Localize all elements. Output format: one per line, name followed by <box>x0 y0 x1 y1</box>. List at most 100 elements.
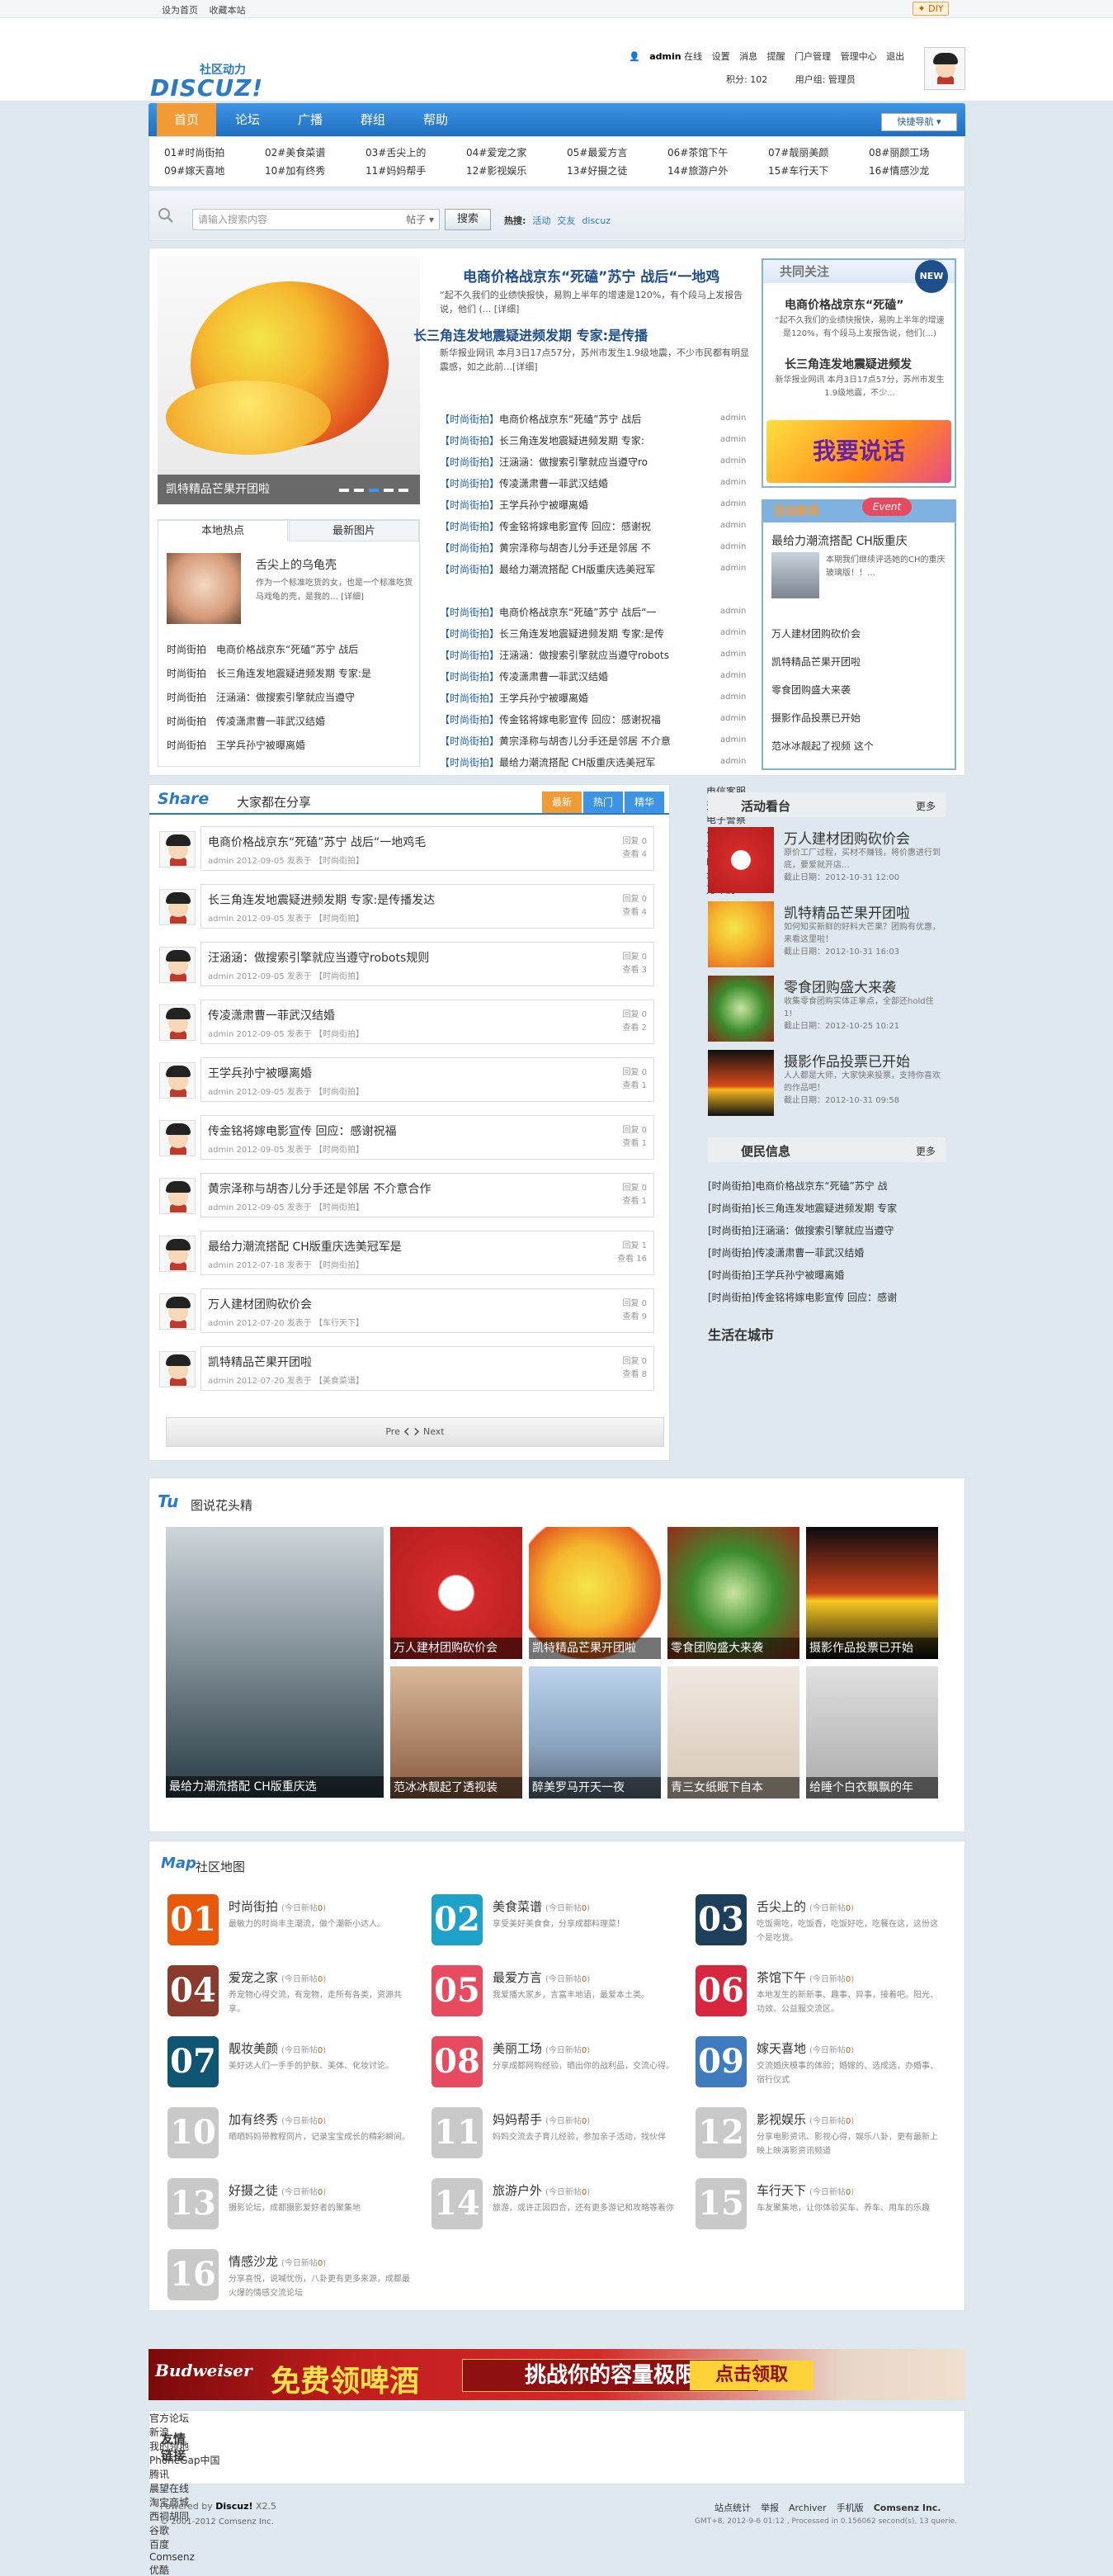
news-author[interactable]: admin <box>720 628 746 637</box>
forum-number-badge[interactable]: 11 <box>432 2107 483 2158</box>
news-tag[interactable]: 【时尚街拍】 <box>440 435 499 447</box>
info-item[interactable]: [时尚街拍]汪涵涵：做搜索引擎就应当遵守 <box>708 1223 942 1237</box>
event-item[interactable]: 凯特精品芒果开团啦 如何知买新鲜的好料大芒果？团购有优惠，来看这里啦！ 截止日期：2… <box>708 901 946 971</box>
tab-local-hot[interactable]: 本地热点 <box>158 520 288 541</box>
list-tag[interactable]: 时尚街拍 <box>167 740 206 751</box>
map-forum-item[interactable]: 04 爱宠之家 (今日新帖0) 养宠物心得交流，有宠物，走所有各类，资源共享。 <box>163 1960 418 2030</box>
forum-name[interactable]: 美食菜谱 (今日新帖0) <box>493 1898 590 1915</box>
tu-image[interactable]: 凯特精品芒果开团啦 <box>529 1527 661 1659</box>
ad-banner[interactable]: Budweiser 免费领啤酒 挑战你的容量极限 点击领取 <box>149 2349 965 2400</box>
news-author[interactable]: admin <box>720 456 746 466</box>
event-feature-image[interactable] <box>771 552 819 598</box>
forum-name[interactable]: 美丽工场 (今日新帖0) <box>493 2040 590 2057</box>
logo[interactable]: 社区动力 DISCUZ! <box>150 43 262 102</box>
forum-name-text[interactable]: 舌尖上的 <box>757 1899 806 1914</box>
tu-image[interactable]: 最给力潮流搭配 CH版重庆选 <box>166 1527 384 1798</box>
news-tag[interactable]: 【时尚街拍】 <box>440 650 499 661</box>
share-item[interactable]: 王学兵孙宁被曝离婚 admin 2012-09-05 发表于 【时尚街拍】 回复 0… <box>154 1056 654 1105</box>
forum-name[interactable]: 好摄之徒 (今日新帖0) <box>229 2181 326 2199</box>
friend-link[interactable]: 腾讯 <box>149 2467 964 2481</box>
news-author[interactable]: admin <box>720 435 746 444</box>
forum-link[interactable]: 16#情感沙龙 <box>869 163 929 177</box>
forum-name[interactable]: 车行天下 (今日新帖0) <box>757 2181 854 2199</box>
event-news-item[interactable]: 凯特精品芒果开团啦 <box>771 655 948 669</box>
news-item[interactable]: 【时尚街拍】长三角连发地震疑进频发期 专家:是传 <box>440 626 687 640</box>
share-item-title[interactable]: 电商价格战京东“死磕”苏宁 战后“一地鸡毛 <box>208 834 426 850</box>
share-item[interactable]: 万人建材团购砍价会 admin 2012-07-20 发表于 【车行天下】 回复 0… <box>154 1287 654 1336</box>
forum-name-text[interactable]: 车行天下 <box>757 2183 806 2198</box>
diy-button[interactable]: ✦ DIY <box>913 2 949 16</box>
forum-link[interactable]: 03#舌尖上的 <box>365 145 426 159</box>
event-item[interactable]: 万人建材团购砍价会 原价工厂过程，买材不赚钱，将价惠进行到底，要爱就开店... 截止… <box>708 827 946 896</box>
forum-name[interactable]: 靓妆美颜 (今日新帖0) <box>229 2040 326 2057</box>
quick-nav-button[interactable]: 快捷导航 ▾ <box>881 113 957 131</box>
hot-link[interactable]: 交友 <box>557 215 575 226</box>
forum-name-text[interactable]: 好摄之徒 <box>229 2183 278 2198</box>
avatar[interactable] <box>159 1293 196 1330</box>
event-feature-title[interactable]: 最给力潮流搭配 CH版重庆 <box>771 532 908 549</box>
event-title[interactable]: 摄影作品投票已开始 <box>784 1050 910 1071</box>
next-button[interactable]: › Next <box>413 1421 445 1442</box>
forum-name[interactable]: 影视娱乐 (今日新帖0) <box>757 2110 854 2128</box>
news-tag[interactable]: 【时尚街拍】 <box>440 478 499 489</box>
forum-name-text[interactable]: 情感沙龙 <box>229 2254 278 2269</box>
list-tag[interactable]: 时尚街拍 <box>167 644 206 655</box>
ad-cta-button[interactable]: 点击领取 <box>690 2361 814 2390</box>
slider-dots[interactable] <box>334 483 408 494</box>
share-item-title[interactable]: 最给力潮流搭配 CH版重庆选美冠军是 <box>208 1238 402 1255</box>
settings-link[interactable]: 设置 <box>712 51 730 62</box>
footer-link[interactable]: 举报 <box>761 2503 779 2513</box>
forum-name-text[interactable]: 最爱方言 <box>493 1970 542 1985</box>
share-item-title[interactable]: 凯特精品芒果开团啦 <box>208 1354 312 1370</box>
tu-caption[interactable]: 范冰冰靓起了透视装 <box>390 1777 522 1798</box>
event-image[interactable] <box>708 901 774 967</box>
news-tag[interactable]: 【时尚街拍】 <box>440 521 499 532</box>
news-item[interactable]: 【时尚街拍】黄宗泽称与胡杏儿分手还是邻居 不介意 <box>440 734 687 748</box>
news-tag[interactable]: 【时尚街拍】 <box>440 735 499 747</box>
map-forum-item[interactable]: 13 好摄之徒 (今日新帖0) 摄影论坛，成都摄影爱好者的聚集地 <box>163 2173 418 2243</box>
forum-name-text[interactable]: 旅游户外 <box>493 2183 542 2198</box>
friend-link[interactable]: 百度 <box>149 2537 964 2551</box>
forum-link[interactable]: 01#时尚街拍 <box>164 145 224 159</box>
map-forum-item[interactable]: 01 时尚街拍 (今日新帖0) 最敏力的时尚丰主潮流，做个潮新小达人。 <box>163 1889 418 1959</box>
avatar[interactable] <box>159 1178 196 1214</box>
nav-home[interactable]: 首页 <box>157 103 216 136</box>
news-tag[interactable]: 【时尚街拍】 <box>440 714 499 726</box>
share-item-title[interactable]: 传凌潇肃曹一菲武汉结婚 <box>208 1007 335 1023</box>
news-author[interactable]: admin <box>720 735 746 744</box>
avatar[interactable] <box>159 831 196 867</box>
forum-name-text[interactable]: 爱宠之家 <box>229 1970 278 1985</box>
news-item[interactable]: 【时尚街拍】黄宗泽称与胡杏儿分手还是邻居 不 <box>440 541 687 555</box>
tu-image[interactable]: 范冰冰靓起了透视装 <box>390 1666 522 1798</box>
event-news-item[interactable]: 零食团购盛大来袭 <box>771 683 948 697</box>
friend-link[interactable]: 我的领地 <box>149 2439 964 2453</box>
user-points[interactable]: 积分: 102 <box>726 74 767 85</box>
news-author[interactable]: admin <box>720 521 746 530</box>
footer-link[interactable]: 站点统计 <box>714 2503 751 2513</box>
nav-groups[interactable]: 群组 <box>343 103 403 136</box>
news-item[interactable]: 【时尚街拍】最给力潮流搭配 CH版重庆选美冠军 <box>440 562 687 576</box>
share-item[interactable]: 黄宗泽称与胡杏儿分手还是邻居 不介意合作 admin 2012-09-05 发表于… <box>154 1171 654 1221</box>
forum-name[interactable]: 嫁天喜地 (今日新帖0) <box>757 2040 854 2057</box>
map-forum-item[interactable]: 09 嫁天喜地 (今日新帖0) 交流婚庆模事的体验；婚嫁的、选成选，办婚事、宿行仪式 <box>691 2031 946 2101</box>
headline-title[interactable]: 电商价格战京东“死磕”苏宁 战后“一地鸡 <box>463 265 719 286</box>
local-list-item[interactable]: 时尚街拍 电商价格战京东“死磕”苏宁 战后 <box>167 642 411 656</box>
hot-link[interactable]: discuz <box>582 215 611 226</box>
map-forum-item[interactable]: 10 加有终秀 (今日新帖0) 晒晒妈妈带教程同片，记录宝宝成长的精彩瞬间。 <box>163 2102 418 2172</box>
forum-number-badge[interactable]: 13 <box>167 2178 219 2229</box>
list-tag[interactable]: 时尚街拍 <box>167 716 206 727</box>
news-author[interactable]: admin <box>720 607 746 616</box>
image-slider[interactable]: 凯特精品芒果开团啦 <box>158 257 420 504</box>
forum-number-badge[interactable]: 14 <box>432 2178 483 2229</box>
event-news-item[interactable]: 万人建材团购砍价会 <box>771 626 948 640</box>
news-author[interactable]: admin <box>720 564 746 573</box>
news-item[interactable]: 【时尚街拍】最给力潮流搭配 CH版重庆选美冠军 <box>440 755 687 769</box>
forum-name-text[interactable]: 美丽工场 <box>493 2041 542 2056</box>
event-title[interactable]: 万人建材团购砍价会 <box>784 827 910 848</box>
forum-name[interactable]: 茶馆下午 (今日新帖0) <box>757 1969 854 1986</box>
forum-link[interactable]: 15#车行天下 <box>768 163 828 177</box>
map-forum-item[interactable]: 12 影视娱乐 (今日新帖0) 分享电影资讯、影视心得，娱乐八卦，更有最新上映上映演影… <box>691 2102 946 2172</box>
share-item-title[interactable]: 万人建材团购砍价会 <box>208 1296 312 1312</box>
event-item[interactable]: 零食团购盛大来袭 收集零食团购实体正拿点，全部还hold住1! 截止日期：2012-… <box>708 976 946 1045</box>
forum-link[interactable]: 13#好摄之徒 <box>567 163 627 177</box>
